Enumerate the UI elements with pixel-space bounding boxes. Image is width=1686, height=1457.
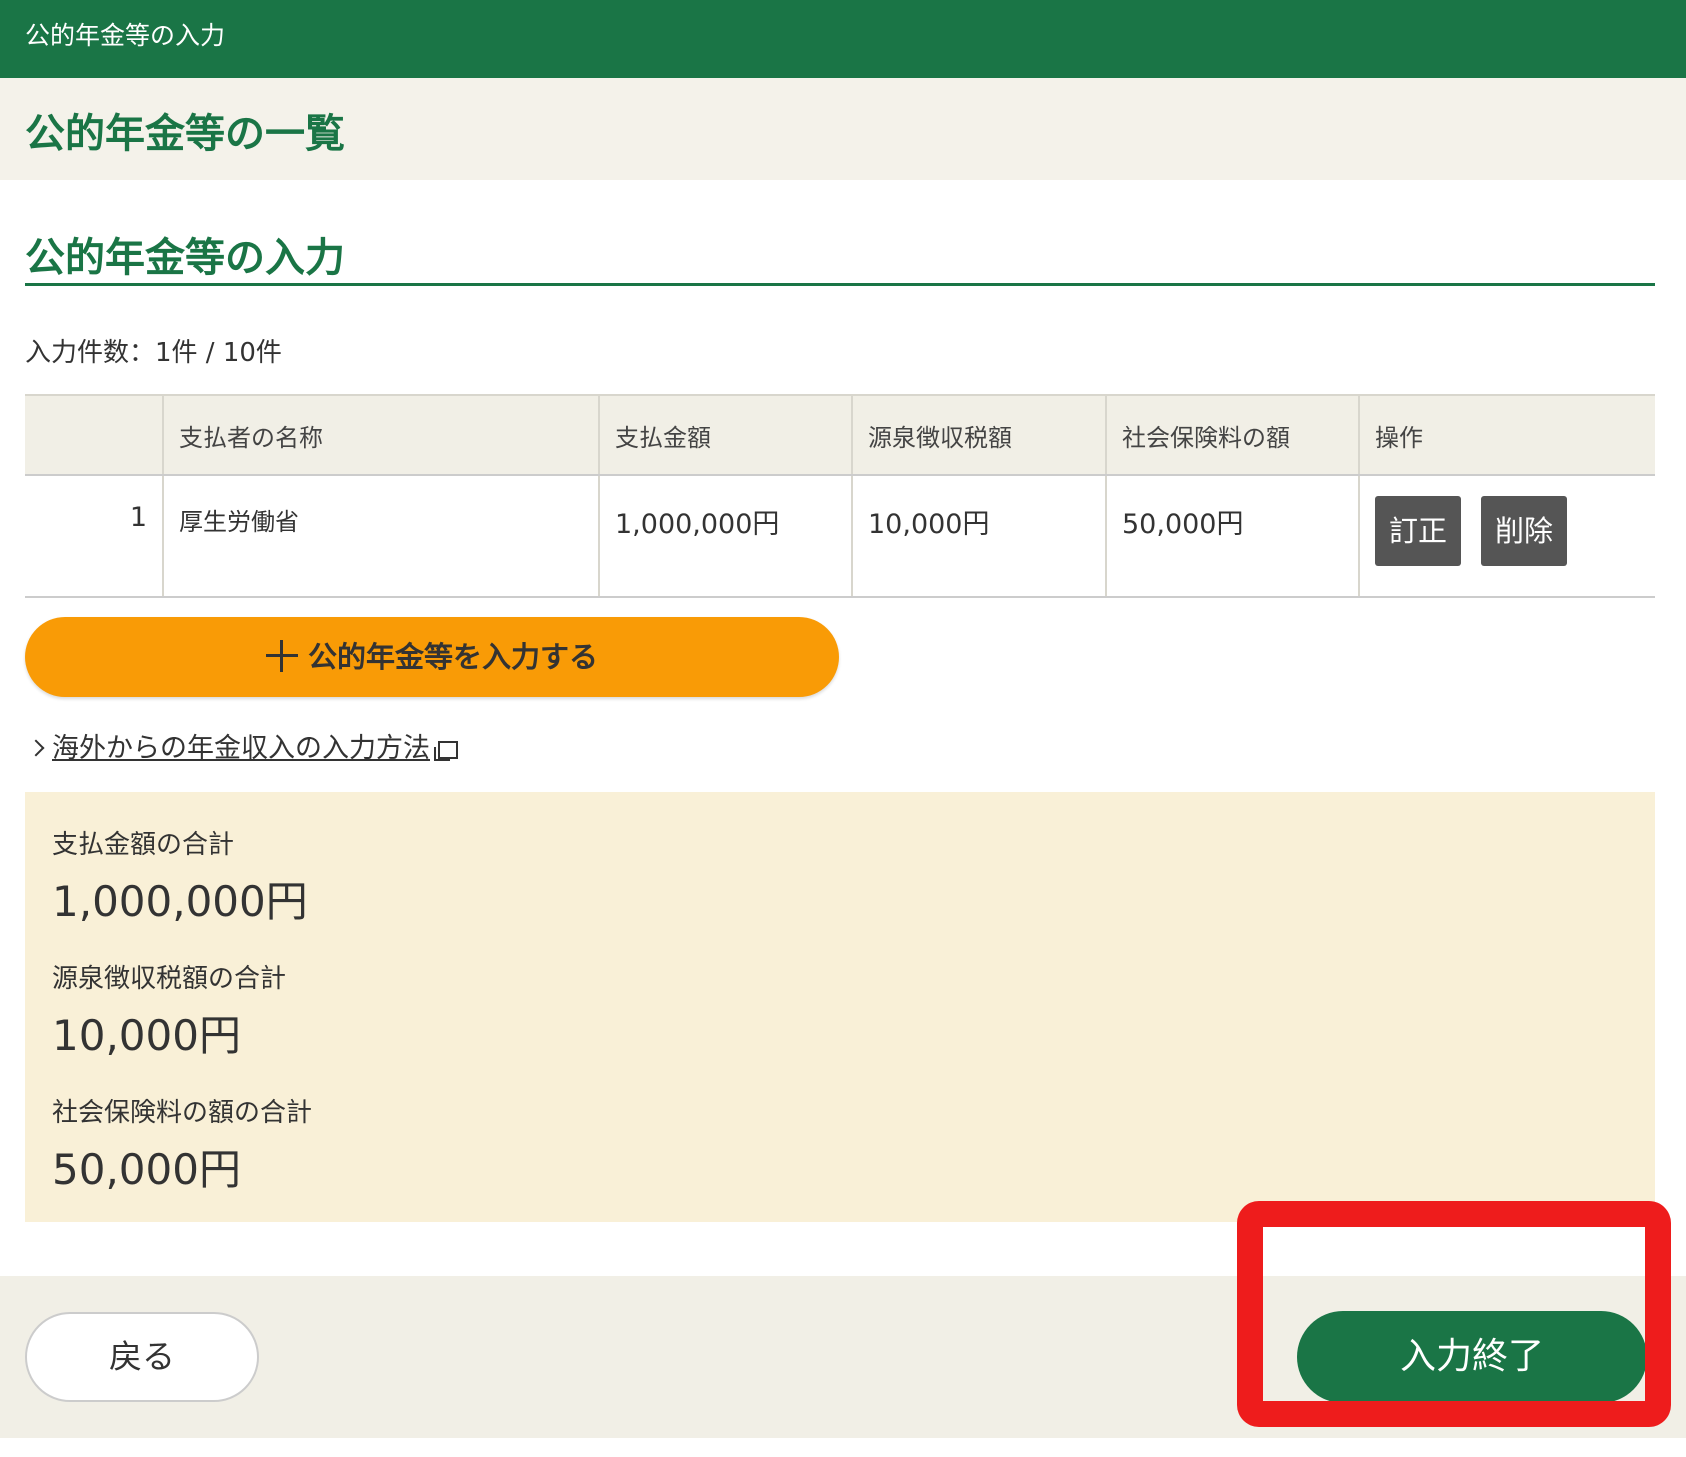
- operations-cell: 訂正 削除: [1358, 475, 1655, 598]
- add-pension-button-content: 公的年金等を入力する: [25, 617, 839, 697]
- header-title: 公的年金等の入力: [25, 21, 226, 50]
- column-header-payment-amount: 支払金額: [598, 394, 852, 476]
- delete-button[interactable]: 削除: [1481, 496, 1567, 566]
- row-index: 1: [25, 475, 163, 598]
- totals-panel: 支払金額の合計 1,000,000円 源泉徴収税額の合計 10,000円 社会保…: [25, 792, 1655, 1222]
- list-section-title: 公的年金等の一覧: [25, 111, 345, 157]
- insurance-total-label: 社会保険料の額の合計: [52, 1098, 313, 1128]
- withholding-total-value: 10,000円: [52, 1011, 241, 1060]
- column-header-index: [25, 394, 163, 476]
- insurance-total-value: 50,000円: [52, 1145, 241, 1194]
- external-window-icon: [434, 741, 458, 761]
- payment-amount-cell: 1,000,000円: [598, 475, 852, 598]
- add-pension-button[interactable]: 公的年金等を入力する: [25, 617, 839, 697]
- table-row: 1 厚生労働省 1,000,000円 10,000円 50,000円 訂正 削除: [25, 475, 1655, 598]
- section-divider: [25, 283, 1655, 286]
- input-section-title: 公的年金等の入力: [25, 235, 345, 281]
- overseas-pension-help-link[interactable]: 海外からの年金収入の入力方法: [27, 726, 458, 765]
- withholding-tax-cell: 10,000円: [851, 475, 1106, 598]
- column-header-withholding-tax: 源泉徴収税額: [851, 394, 1106, 476]
- overseas-pension-help-link-text[interactable]: 海外からの年金収入の入力方法: [52, 733, 430, 764]
- plus-icon: [265, 640, 298, 672]
- pension-table: 支払者の名称 支払金額 源泉徴収税額 社会保険料の額 操作 1 厚生労働省 1,…: [25, 394, 1655, 598]
- column-header-social-insurance: 社会保険料の額: [1105, 394, 1359, 476]
- column-header-payer-name: 支払者の名称: [162, 394, 599, 476]
- back-button[interactable]: 戻る: [25, 1312, 259, 1402]
- payment-total-value: 1,000,000円: [52, 877, 308, 926]
- payment-total-label: 支払金額の合計: [52, 830, 235, 860]
- table-header-row: 支払者の名称 支払金額 源泉徴収税額 社会保険料の額 操作: [25, 394, 1655, 476]
- column-header-operations: 操作: [1358, 394, 1655, 476]
- finish-input-button[interactable]: 入力終了: [1297, 1311, 1647, 1403]
- social-insurance-cell: 50,000円: [1105, 475, 1359, 598]
- payer-name-cell: 厚生労働省: [162, 475, 599, 598]
- top-header-bar: 公的年金等の入力: [0, 0, 1686, 78]
- chevron-right-icon: [27, 739, 45, 757]
- add-pension-button-label: 公的年金等を入力する: [307, 640, 598, 674]
- withholding-total-label: 源泉徴収税額の合計: [52, 964, 287, 994]
- entry-count: 入力件数：1件 / 10件: [25, 338, 282, 368]
- edit-button[interactable]: 訂正: [1375, 496, 1461, 566]
